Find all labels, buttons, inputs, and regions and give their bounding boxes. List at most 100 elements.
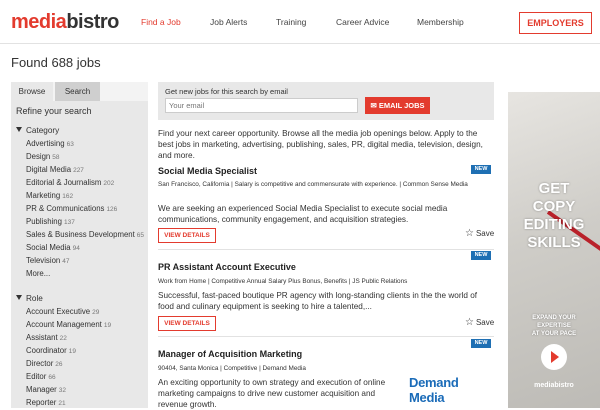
filter-pr-communications[interactable]: PR & Communications 126 <box>26 204 117 213</box>
refine-sidebar: Browse Search Refine your search Categor… <box>11 82 148 408</box>
filter-label: Account Management <box>26 320 102 329</box>
star-icon: ☆ <box>465 228 474 239</box>
email-jobs-button[interactable]: ✉ EMAIL JOBS <box>365 97 430 114</box>
filter-count: 47 <box>62 258 70 265</box>
ad-brand: mediabistro <box>534 382 574 389</box>
view-details-button[interactable]: VIEW DETAILS <box>158 316 216 331</box>
filter-account-executive[interactable]: Account Executive 29 <box>26 307 99 316</box>
filter-director[interactable]: Director 26 <box>26 359 63 368</box>
filter-account-management[interactable]: Account Management 19 <box>26 320 111 329</box>
email-alert-label: Get new jobs for this search by email <box>165 87 288 96</box>
filter-count: 19 <box>68 348 76 355</box>
filter-count: 22 <box>59 335 67 342</box>
filter-count: 26 <box>55 361 63 368</box>
filter-count: 63 <box>66 141 74 148</box>
save-job-button[interactable]: ☆ Save <box>465 317 494 328</box>
filter-count: 137 <box>63 219 75 226</box>
tab-browse[interactable]: Browse <box>11 82 53 101</box>
filter-digital-media[interactable]: Digital Media 227 <box>26 165 84 174</box>
job-listing: Social Media Specialist NEW San Francisc… <box>158 164 494 248</box>
category-title: Category <box>26 126 60 135</box>
filter-assistant[interactable]: Assistant 22 <box>26 333 67 342</box>
filter-count: 58 <box>52 154 60 161</box>
job-title[interactable]: Manager of Acquisition Marketing <box>158 349 302 359</box>
filter-marketing[interactable]: Marketing 162 <box>26 191 73 200</box>
role-section-toggle[interactable]: Role <box>16 294 43 303</box>
email-input[interactable] <box>165 98 358 113</box>
filter-count: 29 <box>92 309 100 316</box>
filter-social-media[interactable]: Social Media 94 <box>26 243 80 252</box>
email-alert-box: Get new jobs for this search by email <box>158 82 494 120</box>
filter-label: Editorial & Journalism <box>26 178 102 187</box>
sidebar-tabs: Browse Search <box>11 82 148 101</box>
filter-label: Manager <box>26 385 57 394</box>
job-description: We are seeking an experienced Social Med… <box>158 204 448 224</box>
filter-coordinator[interactable]: Coordinator 19 <box>26 346 76 355</box>
play-icon[interactable] <box>541 344 567 370</box>
nav-membership[interactable]: Membership <box>417 17 464 27</box>
filter-count: 94 <box>72 245 80 252</box>
new-badge: NEW <box>471 339 491 348</box>
filter-count: 202 <box>103 180 115 187</box>
refine-heading: Refine your search <box>16 106 92 116</box>
ad-headline-line: SKILLS <box>527 234 581 251</box>
filter-label: Reporter <box>26 398 57 407</box>
nav-training[interactable]: Training <box>276 17 306 27</box>
ad-headline-line: GET <box>538 180 570 197</box>
category-section-toggle[interactable]: Category <box>16 126 59 135</box>
filter-advertising[interactable]: Advertising 63 <box>26 139 74 148</box>
filter-count: 32 <box>58 387 67 394</box>
filter-editorial-journalism[interactable]: Editorial & Journalism 202 <box>26 178 114 187</box>
save-job-button[interactable]: ☆ Save <box>465 228 494 239</box>
triangle-down-icon <box>16 127 22 132</box>
site-logo[interactable]: mediabistro <box>11 11 119 34</box>
filter-design[interactable]: Design 58 <box>26 152 60 161</box>
filter-editor[interactable]: Editor 66 <box>26 372 56 381</box>
job-title[interactable]: Social Media Specialist <box>158 166 257 176</box>
filter-count: 126 <box>106 206 118 213</box>
ad-headline-line: COPY <box>532 198 576 215</box>
filter-more-categories[interactable]: More... <box>26 269 50 278</box>
filter-reporter[interactable]: Reporter 21 <box>26 398 66 407</box>
save-label: Save <box>475 229 495 238</box>
logo-text-bistro: bistro <box>66 11 119 33</box>
filter-count: 65 <box>136 232 145 239</box>
tab-search[interactable]: Search <box>55 82 100 101</box>
divider <box>158 336 494 337</box>
filter-label: Marketing <box>26 191 61 200</box>
filter-label: Social Media <box>26 243 71 252</box>
employers-button[interactable]: EMPLOYERS <box>519 12 592 34</box>
filter-label: Advertising <box>26 139 65 148</box>
nav-job-alerts[interactable]: Job Alerts <box>210 17 247 27</box>
advertisement-banner[interactable]: GET COPY EDITING SKILLS EXPAND YOUR EXPE… <box>508 92 600 408</box>
filter-sales-business-development[interactable]: Sales & Business Development 65 <box>26 230 144 239</box>
filter-count: 162 <box>62 193 74 200</box>
filter-count: 19 <box>103 322 112 329</box>
envelope-icon: ✉ <box>370 101 377 110</box>
save-label: Save <box>475 318 495 327</box>
job-title[interactable]: PR Assistant Account Executive <box>158 262 296 272</box>
nav-find-a-job[interactable]: Find a Job <box>141 17 181 27</box>
nav-career-advice[interactable]: Career Advice <box>336 17 389 27</box>
filter-label: Director <box>26 359 54 368</box>
divider <box>158 249 494 250</box>
filter-label: Coordinator <box>26 346 67 355</box>
filter-manager[interactable]: Manager 32 <box>26 385 66 394</box>
view-details-button[interactable]: VIEW DETAILS <box>158 228 216 243</box>
filter-television[interactable]: Television 47 <box>26 256 69 265</box>
filter-label: Sales & Business Development <box>26 230 135 239</box>
new-badge: NEW <box>471 165 491 174</box>
intro-text: Find your next career opportunity. Brows… <box>158 129 483 160</box>
filter-label: Account Executive <box>26 307 91 316</box>
filter-publishing[interactable]: Publishing 137 <box>26 217 75 226</box>
filter-count: 66 <box>48 374 56 381</box>
filter-label: Editor <box>26 372 47 381</box>
job-meta: Work from Home | Competitive Annual Sala… <box>158 278 408 285</box>
filter-label: PR & Communications <box>26 204 105 213</box>
filter-label: Publishing <box>26 217 62 226</box>
ad-subtext-line: EXPERTISE <box>537 323 571 329</box>
ad-headline-line: EDITING <box>523 216 585 233</box>
star-icon: ☆ <box>465 317 474 328</box>
email-jobs-label: EMAIL JOBS <box>378 101 425 110</box>
company-logo-demand-media: Demand Media <box>409 375 459 405</box>
